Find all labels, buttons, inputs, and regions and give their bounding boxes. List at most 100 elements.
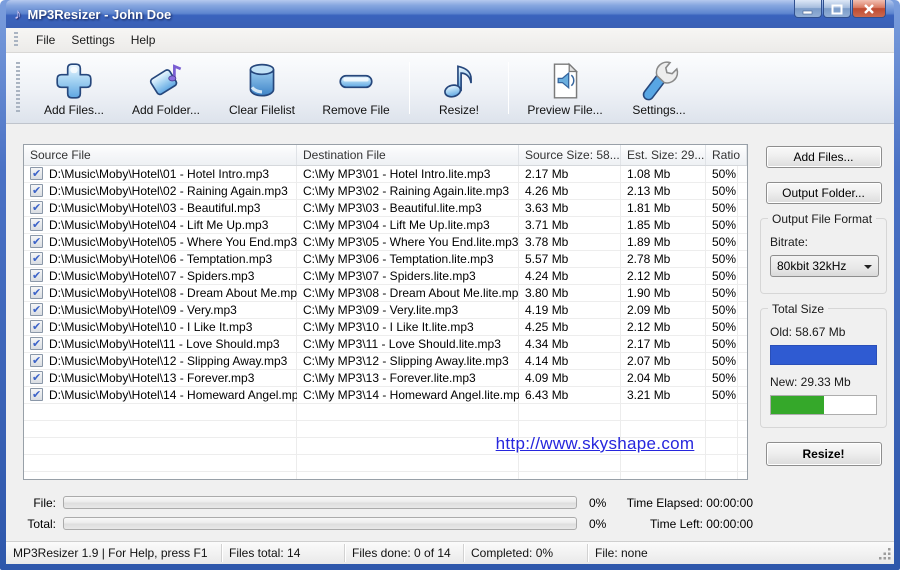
add-files-button[interactable]: Add Files... bbox=[765, 146, 882, 168]
table-row[interactable]: D:\Music\Moby\Hotel\10 - I Like It.mp3 C… bbox=[24, 319, 747, 336]
table-row[interactable]: D:\Music\Moby\Hotel\09 - Very.mp3 C:\My … bbox=[24, 302, 747, 319]
total-size-title: Total Size bbox=[768, 302, 829, 316]
row-checkbox[interactable] bbox=[30, 166, 43, 183]
status-current-file: File: none bbox=[595, 546, 648, 560]
source-size-text: 3.78 Mb bbox=[525, 235, 569, 249]
column-header-destination-file[interactable]: Destination File bbox=[297, 145, 519, 165]
status-files-done: Files done: 0 of 14 bbox=[345, 544, 464, 562]
source-size-text: 4.19 Mb bbox=[525, 303, 569, 317]
est-size-text: 2.12 Mb bbox=[627, 269, 671, 283]
ratio-text: 50% bbox=[712, 252, 737, 266]
status-bar: MP3Resizer 1.9 | For Help, press F1 File… bbox=[6, 541, 894, 564]
source-file-text: D:\Music\Moby\Hotel\02 - Raining Again.m… bbox=[49, 184, 288, 198]
table-row[interactable]: D:\Music\Moby\Hotel\14 - Homeward Angel.… bbox=[24, 387, 747, 404]
destination-file-text: C:\My MP3\06 - Temptation.lite.mp3 bbox=[303, 252, 494, 266]
ratio-text: 50% bbox=[712, 303, 737, 317]
column-header-ratio[interactable]: Ratio bbox=[706, 145, 747, 165]
est-size-text: 1.08 Mb bbox=[627, 167, 671, 181]
table-row[interactable]: D:\Music\Moby\Hotel\02 - Raining Again.m… bbox=[24, 183, 747, 200]
source-size-text: 4.14 Mb bbox=[525, 354, 569, 368]
window-title: MP3Resizer - John Doe bbox=[27, 6, 172, 22]
est-size-text: 1.81 Mb bbox=[627, 201, 671, 215]
app-window: ♪ MP3Resizer - John Doe File Settings He… bbox=[0, 0, 900, 570]
source-file-text: D:\Music\Moby\Hotel\03 - Beautiful.mp3 bbox=[49, 201, 261, 215]
skyshape-link[interactable]: http://www.skyshape.com bbox=[462, 434, 728, 454]
maximize-button[interactable] bbox=[823, 0, 851, 18]
column-header-est-size[interactable]: Est. Size: 29... bbox=[621, 145, 706, 165]
output-file-format-group: Output File Format Bitrate: 80kbit 32kHz bbox=[760, 212, 887, 294]
destination-file-text: C:\My MP3\09 - Very.lite.mp3 bbox=[303, 303, 459, 317]
toolbar-add-folder-button[interactable]: Add Folder... bbox=[118, 58, 214, 117]
destination-file-text: C:\My MP3\14 - Homeward Angel.lite.mp3 bbox=[303, 388, 519, 402]
menu-help[interactable]: Help bbox=[123, 30, 164, 50]
source-file-text: D:\Music\Moby\Hotel\14 - Homeward Angel.… bbox=[49, 388, 297, 402]
row-checkbox[interactable] bbox=[30, 268, 43, 285]
table-row[interactable]: D:\Music\Moby\Hotel\06 - Temptation.mp3 … bbox=[24, 251, 747, 268]
toolbar-gripper-handle[interactable] bbox=[16, 62, 20, 114]
resize-button[interactable]: Resize! bbox=[765, 442, 882, 466]
toolbar-remove-file-button[interactable]: Remove File bbox=[310, 58, 402, 117]
toolbar-settings-button[interactable]: Settings... bbox=[614, 58, 704, 117]
destination-file-text: C:\My MP3\13 - Forever.lite.mp3 bbox=[303, 371, 476, 385]
source-size-text: 6.43 Mb bbox=[525, 388, 569, 402]
source-file-text: D:\Music\Moby\Hotel\06 - Temptation.mp3 bbox=[49, 252, 273, 266]
total-progress-bar bbox=[63, 517, 577, 530]
bitrate-select[interactable]: 80kbit 32kHz bbox=[770, 255, 879, 277]
resize-note-icon bbox=[444, 65, 472, 98]
table-row[interactable]: D:\Music\Moby\Hotel\04 - Lift Me Up.mp3 … bbox=[24, 217, 747, 234]
menu-settings[interactable]: Settings bbox=[63, 30, 122, 50]
output-folder-button[interactable]: Output Folder... bbox=[765, 182, 882, 204]
total-size-group: Total Size Old: 58.67 Mb New: 29.33 Mb bbox=[760, 302, 887, 428]
row-checkbox[interactable] bbox=[30, 302, 43, 319]
destination-file-text: C:\My MP3\05 - Where You End.lite.mp3 bbox=[303, 235, 519, 249]
destination-file-text: C:\My MP3\11 - Love Should.lite.mp3 bbox=[303, 337, 501, 351]
row-checkbox[interactable] bbox=[30, 285, 43, 302]
toolbar-add-files-button[interactable]: Add Files... bbox=[30, 58, 118, 117]
add-folder-note-icon bbox=[149, 64, 182, 96]
source-size-text: 3.71 Mb bbox=[525, 218, 569, 232]
table-row[interactable]: D:\Music\Moby\Hotel\01 - Hotel Intro.mp3… bbox=[24, 166, 747, 183]
table-row[interactable]: D:\Music\Moby\Hotel\11 - Love Should.mp3… bbox=[24, 336, 747, 353]
est-size-text: 2.07 Mb bbox=[627, 354, 671, 368]
row-checkbox[interactable] bbox=[30, 200, 43, 217]
destination-file-text: C:\My MP3\12 - Slipping Away.lite.mp3 bbox=[303, 354, 509, 368]
ratio-text: 50% bbox=[712, 286, 737, 300]
table-row[interactable]: D:\Music\Moby\Hotel\07 - Spiders.mp3 C:\… bbox=[24, 268, 747, 285]
table-row[interactable]: D:\Music\Moby\Hotel\03 - Beautiful.mp3 C… bbox=[24, 200, 747, 217]
row-checkbox[interactable] bbox=[30, 217, 43, 234]
menu-file[interactable]: File bbox=[28, 30, 63, 50]
table-row[interactable]: D:\Music\Moby\Hotel\12 - Slipping Away.m… bbox=[24, 353, 747, 370]
close-button[interactable] bbox=[852, 0, 886, 18]
minimize-button[interactable] bbox=[794, 0, 822, 18]
column-header-source-size[interactable]: Source Size: 58... bbox=[519, 145, 621, 165]
menu-gripper-handle[interactable] bbox=[14, 32, 18, 48]
row-checkbox[interactable] bbox=[30, 234, 43, 251]
destination-file-text: C:\My MP3\10 - I Like It.lite.mp3 bbox=[303, 320, 474, 334]
toolbar-clear-filelist-button[interactable]: Clear Filelist bbox=[214, 58, 310, 117]
row-checkbox[interactable] bbox=[30, 251, 43, 268]
row-checkbox[interactable] bbox=[30, 387, 43, 404]
column-header-source-file[interactable]: Source File bbox=[24, 145, 297, 165]
title-bar[interactable]: ♪ MP3Resizer - John Doe bbox=[6, 0, 894, 28]
row-checkbox[interactable] bbox=[30, 319, 43, 336]
est-size-text: 1.90 Mb bbox=[627, 286, 671, 300]
row-checkbox[interactable] bbox=[30, 370, 43, 387]
destination-file-text: C:\My MP3\07 - Spiders.lite.mp3 bbox=[303, 269, 476, 283]
toolbar-resize-button[interactable]: Resize! bbox=[417, 58, 501, 117]
table-row[interactable]: D:\Music\Moby\Hotel\13 - Forever.mp3 C:\… bbox=[24, 370, 747, 387]
bitrate-value: 80kbit 32kHz bbox=[777, 259, 847, 273]
source-size-text: 4.26 Mb bbox=[525, 184, 569, 198]
resize-grip-handle[interactable] bbox=[879, 548, 892, 561]
row-checkbox[interactable] bbox=[30, 336, 43, 353]
source-size-text: 2.17 Mb bbox=[525, 167, 569, 181]
table-row[interactable]: D:\Music\Moby\Hotel\08 - Dream About Me.… bbox=[24, 285, 747, 302]
source-file-text: D:\Music\Moby\Hotel\07 - Spiders.mp3 bbox=[49, 269, 255, 283]
row-checkbox[interactable] bbox=[30, 353, 43, 370]
time-left-label: Time Left: 00:00:00 bbox=[650, 516, 753, 531]
source-file-text: D:\Music\Moby\Hotel\11 - Love Should.mp3 bbox=[49, 337, 280, 351]
app-note-icon: ♪ bbox=[14, 5, 22, 23]
table-row[interactable]: D:\Music\Moby\Hotel\05 - Where You End.m… bbox=[24, 234, 747, 251]
row-checkbox[interactable] bbox=[30, 183, 43, 200]
ratio-text: 50% bbox=[712, 201, 737, 215]
toolbar-preview-file-button[interactable]: Preview File... bbox=[516, 58, 614, 117]
